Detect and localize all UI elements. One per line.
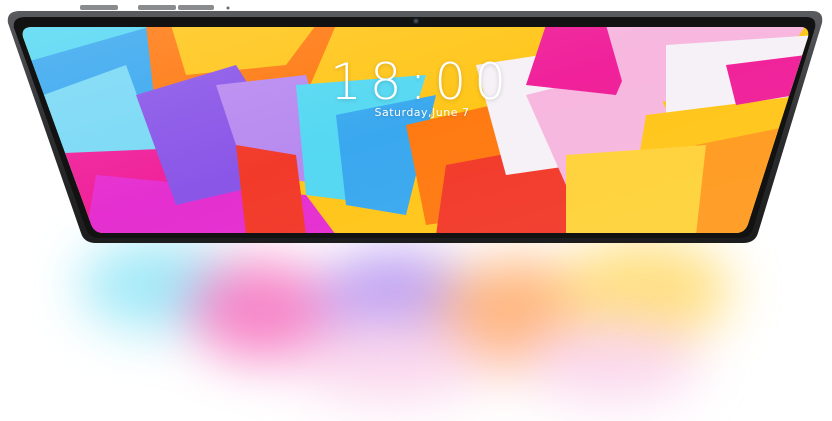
product-photo: 18:00 Saturday,June 7 xyxy=(0,0,832,421)
wallpaper xyxy=(22,27,809,233)
lockscreen-date: Saturday,June 7 xyxy=(374,106,470,119)
screen-reflection xyxy=(40,220,800,420)
tablet-illustration xyxy=(7,5,823,243)
volume-button xyxy=(80,5,118,10)
lockscreen-time: 18:00 xyxy=(329,53,515,111)
tablet-device: 18:00 Saturday,June 7 xyxy=(6,5,824,243)
power-button xyxy=(178,5,214,10)
volume-button xyxy=(138,5,176,10)
